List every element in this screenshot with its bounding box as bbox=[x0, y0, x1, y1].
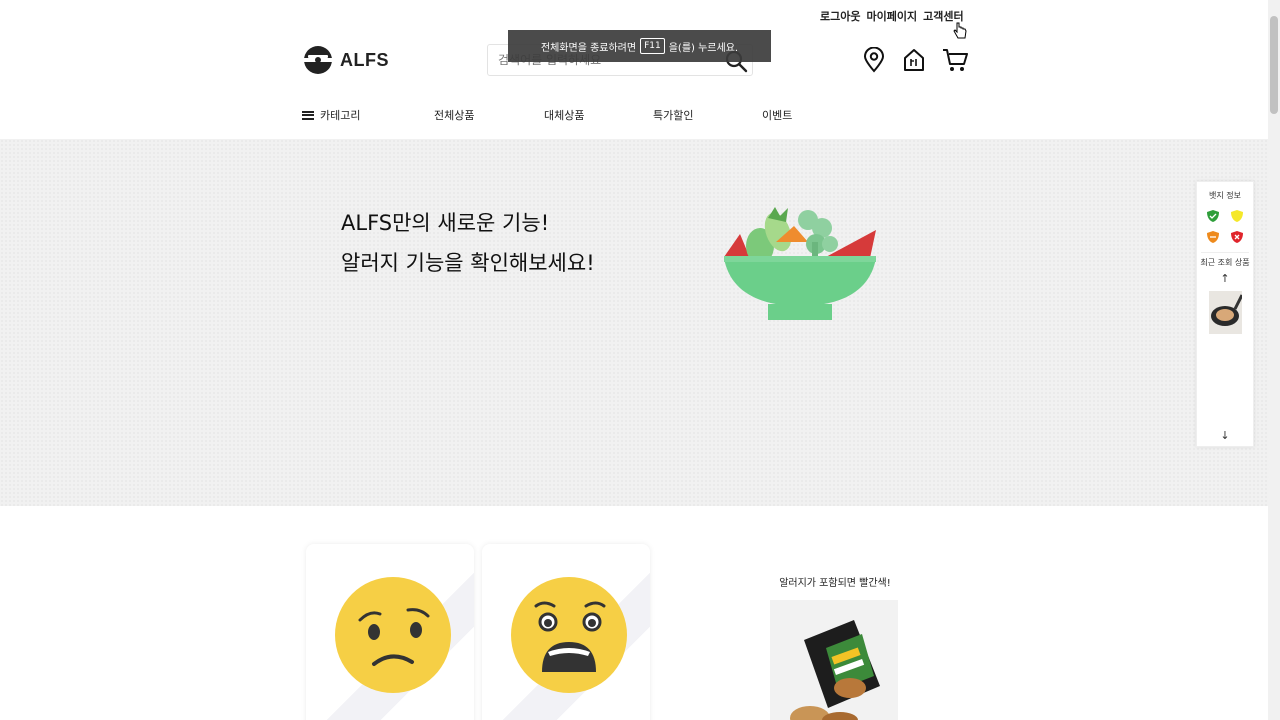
fullscreen-toast: 전체화면을 종료하려면 F11 을(를) 누르세요. bbox=[508, 30, 771, 62]
nav-event[interactable]: 이벤트 bbox=[762, 107, 792, 123]
hero-subheadline: 알러지 기능을 확인해보세요! bbox=[341, 251, 595, 275]
hamburger-icon bbox=[302, 110, 314, 120]
salad-bowl-illustration bbox=[724, 207, 876, 320]
logo-text: ALFS bbox=[340, 49, 389, 70]
emoji-card-worried[interactable] bbox=[306, 544, 474, 720]
scroll-down-arrow-icon[interactable]: ↓ bbox=[1197, 429, 1253, 442]
nav-alternative-products[interactable]: 대체상품 bbox=[544, 107, 584, 123]
chicken-snack-package-image bbox=[770, 600, 898, 720]
cart-icon[interactable] bbox=[942, 47, 968, 73]
badge-info-title: 뱃지 정보 bbox=[1209, 191, 1241, 200]
pan-food-image bbox=[1208, 291, 1242, 334]
nav-special-sale[interactable]: 특가할인 bbox=[653, 107, 693, 123]
side-widget: 뱃지 정보 최근 조회 상품 ↑ ↓ bbox=[1196, 181, 1254, 447]
logo-icon bbox=[302, 46, 334, 74]
toast-text-after: 을(를) 누르세요. bbox=[668, 42, 739, 54]
utility-links: 로그아웃 마이페이지 고객센터 bbox=[820, 8, 964, 24]
product-image[interactable] bbox=[770, 600, 898, 720]
store-icon[interactable] bbox=[902, 47, 926, 73]
nav-all-products[interactable]: 전체상품 bbox=[434, 107, 474, 123]
badge-legend bbox=[1197, 209, 1253, 244]
red-shield-icon bbox=[1231, 231, 1243, 243]
green-shield-icon bbox=[1207, 210, 1219, 222]
hero-headline: ALFS만의 새로운 기능! bbox=[341, 211, 550, 235]
recent-product-thumbnail[interactable] bbox=[1208, 291, 1242, 334]
orange-shield-icon bbox=[1207, 231, 1219, 243]
emoji-card-anguished[interactable] bbox=[482, 544, 650, 720]
toast-key: F11 bbox=[640, 38, 665, 54]
divider bbox=[1201, 252, 1249, 253]
anguished-face-icon bbox=[511, 577, 627, 693]
recent-products-title: 최근 조회 상품 bbox=[1200, 258, 1250, 267]
worried-face-icon bbox=[335, 577, 451, 693]
yellow-shield-icon bbox=[1231, 210, 1243, 222]
logout-link[interactable]: 로그아웃 bbox=[820, 8, 860, 24]
page-scrollbar[interactable] bbox=[1268, 0, 1280, 720]
nav-category[interactable]: 카테고리 bbox=[302, 107, 360, 123]
scroll-up-arrow-icon[interactable]: ↑ bbox=[1197, 272, 1253, 285]
header-icons bbox=[862, 47, 968, 73]
logo[interactable]: ALFS bbox=[302, 45, 389, 75]
toast-text-before: 전체화면을 종료하려면 bbox=[540, 42, 637, 54]
hero-banner[interactable]: ALFS만의 새로운 기능! 알러지 기능을 확인해보세요! bbox=[0, 139, 1268, 506]
nav-category-label: 카테고리 bbox=[320, 109, 361, 122]
allergy-caption: 알러지가 포함되면 빨간색! bbox=[779, 578, 891, 589]
mypage-link[interactable]: 마이페이지 bbox=[866, 8, 917, 24]
hand-cursor-icon bbox=[953, 22, 967, 39]
scrollbar-thumb[interactable] bbox=[1270, 16, 1278, 114]
location-icon[interactable] bbox=[862, 47, 886, 73]
